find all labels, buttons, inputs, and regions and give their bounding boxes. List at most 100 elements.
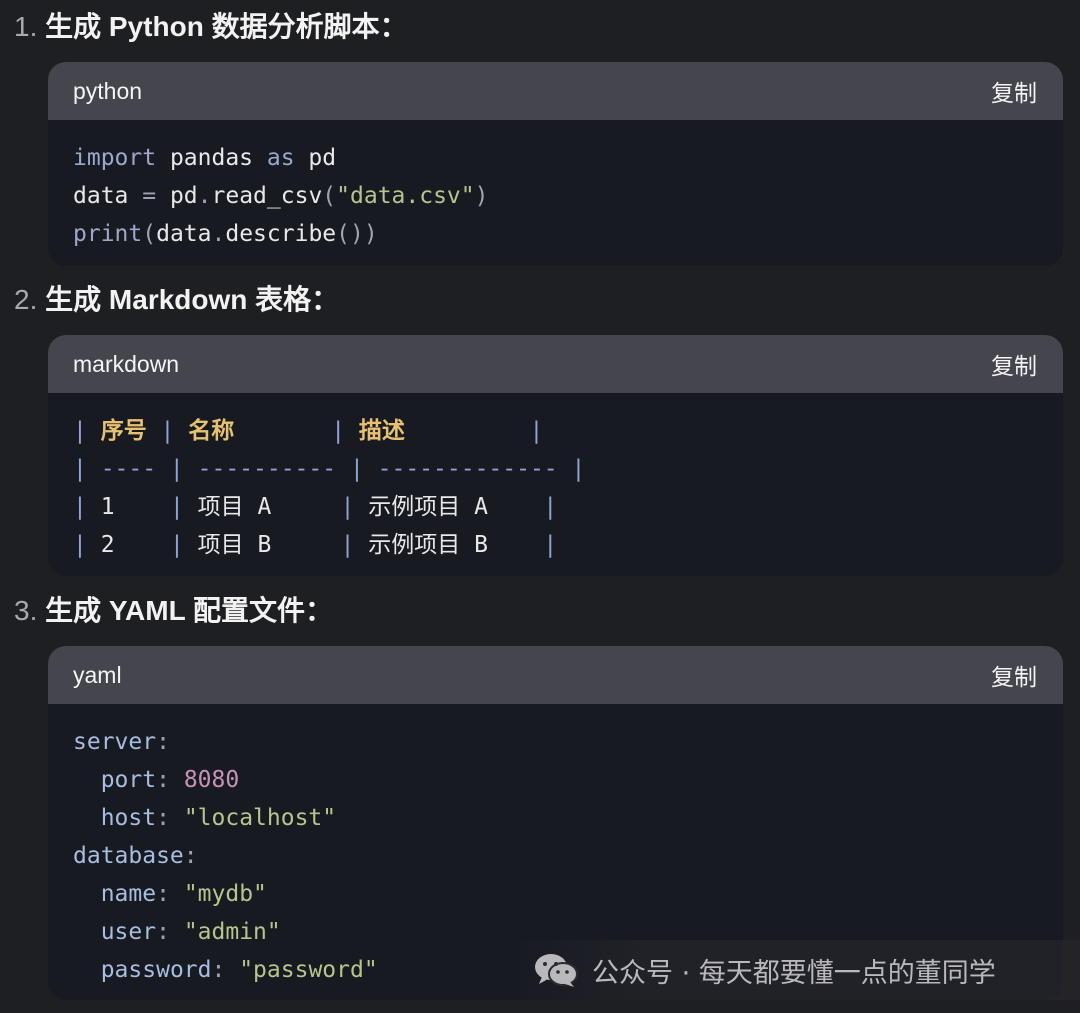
code-header: markdown 复制 <box>48 335 1063 393</box>
code-line: server: <box>73 723 1038 761</box>
code-line: import pandas as pd <box>73 139 1038 177</box>
code-text: read_csv <box>211 183 323 209</box>
section-heading-3: 3. 生成 YAML 配置文件： <box>14 591 333 631</box>
code-punctuation: = <box>142 183 157 209</box>
code-punctuation: : <box>156 729 170 755</box>
code-line: | 2 | 项目 B | 示例项目 B | <box>73 526 1038 564</box>
section-title: 生成 Markdown 表格： <box>45 284 340 315</box>
copy-button[interactable]: 复制 <box>991 658 1037 692</box>
code-string: "password" <box>239 957 378 983</box>
code-string: "mydb" <box>183 881 267 907</box>
code-line: data = pd.read_csv("data.csv") <box>73 177 1038 215</box>
code-key: database <box>73 843 184 869</box>
code-keyword: print <box>73 221 143 247</box>
code-pipe: | ---- | ---------- | ------------- | <box>73 456 586 482</box>
code-key: password <box>100 957 212 983</box>
code-pipe: | <box>169 532 198 558</box>
section-number: 1. <box>14 11 38 42</box>
code-punctuation: . <box>197 183 212 209</box>
code-text: pd <box>294 145 337 171</box>
code-punctuation: . <box>211 221 226 247</box>
watermark-text: 公众号 · 每天都要懂一点的董同学 <box>592 957 996 989</box>
code-punctuation: ) <box>474 183 489 209</box>
code-punctuation: ( <box>142 221 157 247</box>
code-text: pd <box>156 183 198 209</box>
copy-button[interactable]: 复制 <box>991 74 1037 108</box>
code-text: 示例项目 B <box>368 532 544 558</box>
code-header: yaml 复制 <box>48 646 1063 704</box>
code-pipe: | <box>340 532 369 558</box>
code-line: database: <box>73 837 1038 875</box>
code-punctuation: : <box>156 805 170 831</box>
code-number: 8080 <box>183 767 240 793</box>
watermark: 公众号 · 每天都要懂一点的董同学 <box>508 940 1080 1000</box>
code-text: data <box>156 221 212 247</box>
code-key: server <box>73 729 157 755</box>
section-heading-1: 1. 生成 Python 数据分析脚本： <box>14 7 408 47</box>
code-punctuation: : <box>183 843 198 869</box>
code-language-label: markdown <box>73 350 180 377</box>
code-key: user <box>100 919 157 945</box>
code-line: | 1 | 项目 A | 示例项目 A | <box>73 488 1038 526</box>
code-text: pandas <box>156 145 267 171</box>
code-key: port <box>100 767 157 793</box>
section-title: 生成 Python 数据分析脚本： <box>45 11 408 42</box>
code-pipe: | <box>73 532 101 558</box>
code-pipe: | <box>146 418 189 444</box>
code-pipe: | <box>73 494 101 520</box>
code-body: | 序号 | 名称 | 描述 | | ---- | ---------- | --… <box>48 393 1063 564</box>
code-text: describe <box>225 221 337 247</box>
code-pipe: | <box>529 418 544 444</box>
code-pipe: | <box>543 532 558 558</box>
code-text: 示例项目 A <box>368 494 544 520</box>
code-punctuation: : <box>156 767 170 793</box>
code-string: "localhost" <box>183 805 337 831</box>
code-text: 项目 A <box>197 494 341 520</box>
code-line: host: "localhost" <box>73 799 1038 837</box>
code-line: | ---- | ---------- | ------------- | <box>73 450 1038 488</box>
code-language-label: yaml <box>73 661 122 688</box>
code-header: python 复制 <box>48 62 1063 120</box>
code-punctuation: : <box>211 957 226 983</box>
code-punctuation: ( <box>322 183 337 209</box>
code-line: name: "mydb" <box>73 875 1038 913</box>
code-pipe: | <box>340 494 369 520</box>
copy-button[interactable]: 复制 <box>991 347 1037 381</box>
section-number: 3. <box>14 595 38 626</box>
code-text: 1 <box>100 494 170 520</box>
code-line: print(data.describe()) <box>73 215 1038 253</box>
code-text: 2 <box>100 532 170 558</box>
code-text: 项目 B <box>197 532 341 558</box>
code-key: host <box>100 805 157 831</box>
code-pipe: | <box>543 494 558 520</box>
code-pipe: | <box>331 418 359 444</box>
code-line: port: 8080 <box>73 761 1038 799</box>
code-text: data <box>73 183 143 209</box>
code-punctuation: ()) <box>336 221 378 247</box>
code-body: import pandas as pd data = pd.read_csv("d… <box>48 120 1063 253</box>
code-table-header: 名称 <box>188 418 235 444</box>
code-punctuation: : <box>156 881 170 907</box>
code-keyword: as <box>266 145 295 171</box>
section-number: 2. <box>14 284 38 315</box>
code-table-header: 描述 <box>358 418 405 444</box>
code-block-python: python 复制 import pandas as pd data = pd.r… <box>48 62 1063 266</box>
code-pipe: | <box>73 418 101 444</box>
code-table-header: 序号 <box>100 418 147 444</box>
code-block-markdown: markdown 复制 | 序号 | 名称 | 描述 | | ---- | ---… <box>48 335 1063 576</box>
code-string: "admin" <box>183 919 281 945</box>
code-key: name <box>100 881 157 907</box>
section-title: 生成 YAML 配置文件： <box>45 595 333 626</box>
code-line: | 序号 | 名称 | 描述 | <box>73 412 1038 450</box>
